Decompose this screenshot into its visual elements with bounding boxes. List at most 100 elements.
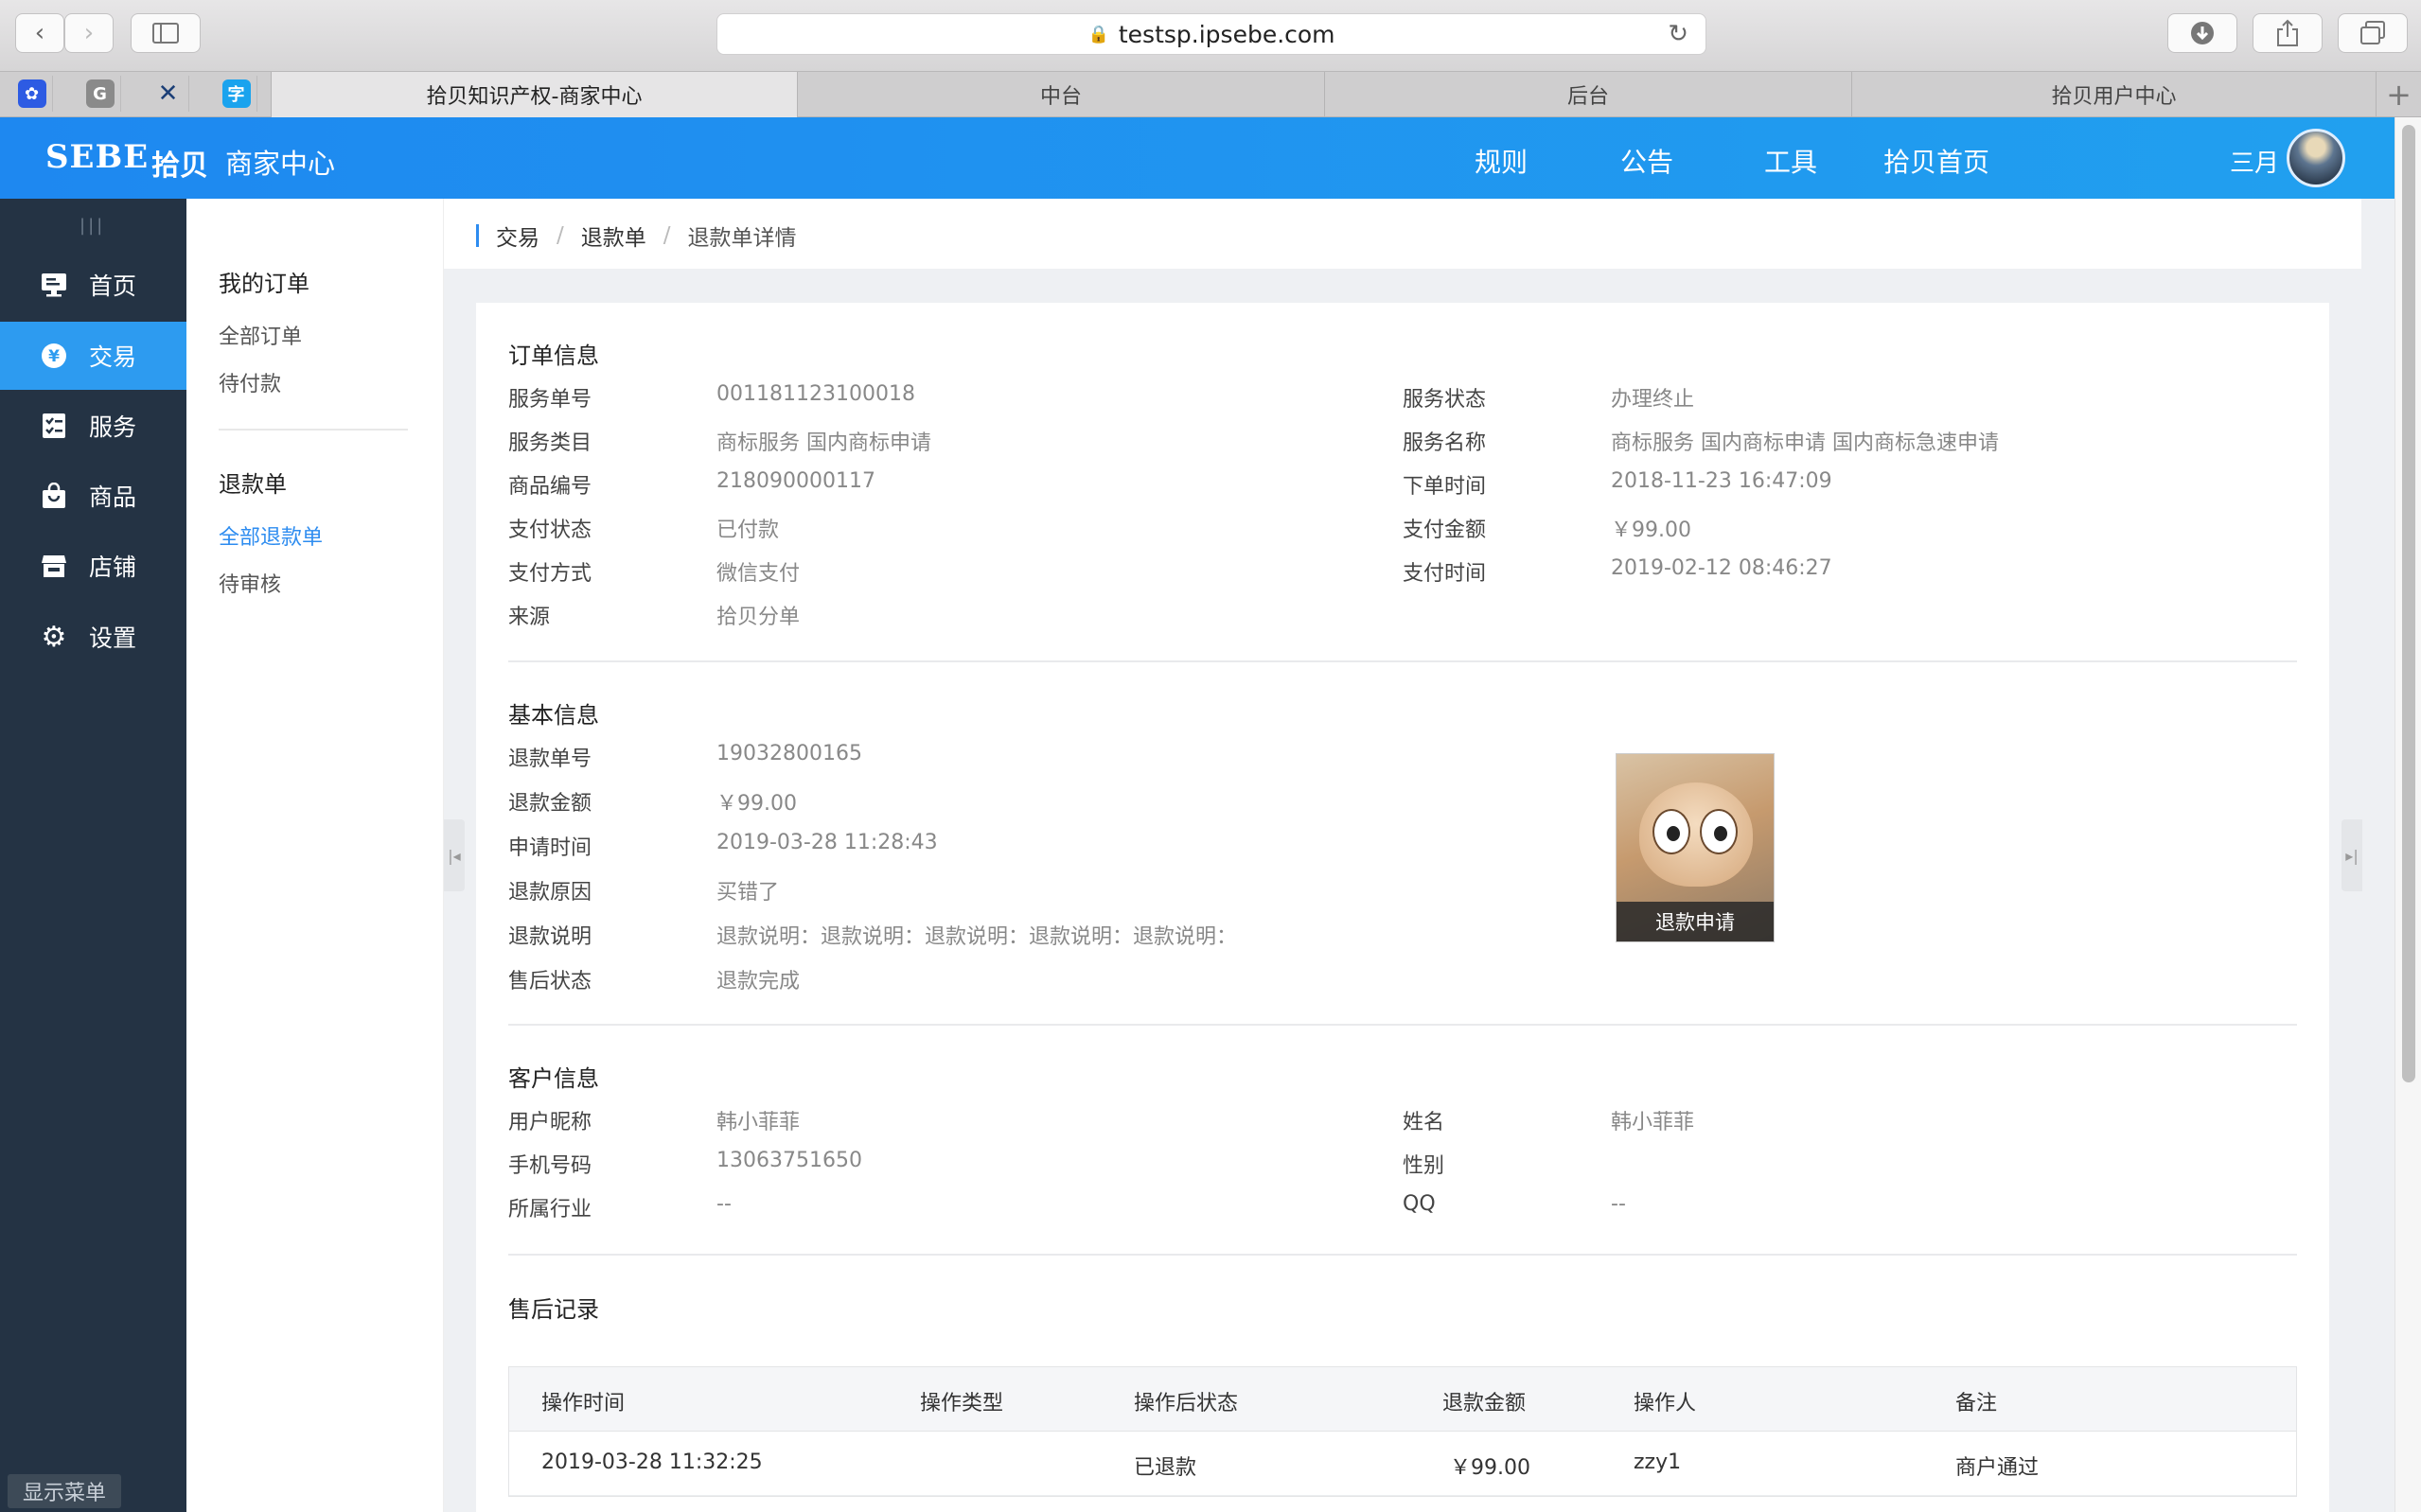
back-icon[interactable]: ‹	[15, 13, 64, 53]
breadcrumb-refunds[interactable]: 退款单	[581, 220, 646, 252]
sidebar-item-settings[interactable]: ⚙ 设置	[0, 603, 186, 671]
tab-label: 中台	[1039, 85, 1082, 109]
tab-label: 后台	[1566, 85, 1609, 109]
submenu-group-orders: 我的订单	[219, 271, 309, 297]
share-icon[interactable]	[2253, 13, 2323, 53]
sidebar-item-label: 设置	[89, 624, 137, 652]
tab-middle[interactable]: 中台	[797, 72, 1324, 117]
tabs-overview-icon[interactable]	[2338, 13, 2408, 53]
nav-tools[interactable]: 工具	[1764, 142, 1817, 180]
refund-proof-image[interactable]: 退款申请	[1616, 753, 1775, 942]
tab-merchant-center[interactable]: 拾贝知识产权-商家中心	[271, 72, 797, 117]
eye	[1700, 809, 1738, 854]
nav-home[interactable]: 拾贝首页	[1883, 142, 1989, 180]
logo-cn: 拾贝	[151, 149, 208, 183]
tab-user-center[interactable]: 拾贝用户中心	[1851, 72, 2376, 117]
sidebar-item-store[interactable]: 店铺	[0, 532, 186, 600]
bird-figure	[1639, 782, 1753, 887]
sidebar-item-trade[interactable]: ¥ 交易	[0, 322, 186, 390]
user-name[interactable]: 三月	[2230, 144, 2279, 179]
field-label: 服务名称	[1403, 431, 1487, 455]
page-scrollbar[interactable]	[2394, 117, 2421, 1512]
field-label: 姓名	[1403, 1111, 1445, 1134]
field-label: 退款原因	[508, 881, 592, 905]
gear-icon: ⚙	[41, 620, 67, 654]
reload-icon[interactable]: ↻	[1668, 20, 1688, 48]
sidebar-toggle-icon[interactable]	[131, 13, 201, 53]
url-text: testsp.ipsebe.com	[1118, 20, 1335, 48]
sidebar-item-label: 首页	[89, 273, 137, 300]
field-value: 退款完成	[716, 970, 801, 993]
bag-icon	[40, 482, 68, 510]
after-sale-table: 操作时间 操作类型 操作后状态 退款金额 操作人 备注 2019-03-28 1…	[508, 1366, 2297, 1497]
field-value: ￥99.00	[716, 792, 797, 816]
nav-notice[interactable]: 公告	[1620, 142, 1673, 180]
column-header: 操作后状态	[1134, 1392, 1239, 1415]
show-menu-button[interactable]: 显示菜单	[8, 1474, 121, 1508]
submenu-all-refunds[interactable]: 全部退款单	[219, 520, 323, 551]
field-value: 已付款	[716, 519, 780, 542]
image-caption: 退款申请	[1617, 902, 1774, 941]
logo[interactable]: SEBE	[45, 138, 149, 176]
g-icon[interactable]: G	[80, 76, 121, 112]
field-value: --	[1611, 1192, 1626, 1216]
grip-icon[interactable]: |||	[80, 216, 105, 236]
yen-icon: ¥	[40, 342, 68, 370]
sub-menu: 我的订单 全部订单 待付款 退款单 全部退款单 待审核	[186, 199, 444, 1512]
svg-text:¥: ¥	[48, 347, 60, 366]
app-header: SEBE 拾贝 商家中心 规则 公告 工具 拾贝首页 三月	[0, 117, 2394, 199]
submenu-group-refunds: 退款单	[219, 471, 287, 498]
column-header: 操作时间	[541, 1392, 626, 1415]
sidebar-item-home[interactable]: 首页	[0, 251, 186, 319]
breadcrumb-trade[interactable]: 交易	[496, 220, 539, 252]
forward-icon[interactable]: ›	[64, 13, 114, 53]
divider	[508, 1254, 2297, 1256]
field-value: 商标服务 国内商标申请	[716, 431, 931, 455]
field-value: 韩小菲菲	[716, 1111, 801, 1134]
field-value: 微信支付	[716, 562, 801, 586]
download-icon[interactable]	[2167, 13, 2237, 53]
main-sidebar: ||| 首页 ¥ 交易 服务 商品 店铺 ⚙ 设置	[0, 199, 186, 1512]
address-bar[interactable]: 🔒 testsp.ipsebe.com ↻	[716, 13, 1706, 55]
nav-rules[interactable]: 规则	[1475, 142, 1528, 180]
collapse-right-handle[interactable]: ▸|	[2341, 819, 2362, 891]
field-label: 用户昵称	[508, 1111, 592, 1134]
field-value: --	[716, 1192, 732, 1216]
field-value: 办理终止	[1611, 388, 1695, 412]
sidebar-item-goods[interactable]: 商品	[0, 462, 186, 530]
submenu-pending-review[interactable]: 待审核	[219, 568, 281, 598]
table-cell: ￥99.00	[1450, 1456, 1530, 1480]
column-header: 退款金额	[1442, 1392, 1527, 1415]
field-label: 支付方式	[508, 562, 592, 586]
breadcrumb-current: 退款单详情	[687, 226, 797, 251]
collapse-left-handle[interactable]: |◂	[444, 819, 465, 891]
detail-card: 订单信息 服务单号 001181123100018 服务类目 商标服务 国内商标…	[476, 303, 2329, 1512]
figure-icon[interactable]: ✕	[148, 76, 189, 112]
section-order-info: 订单信息	[508, 343, 599, 369]
sidebar-item-service[interactable]: 服务	[0, 392, 186, 460]
field-label: 售后状态	[508, 970, 592, 993]
field-label: 性别	[1403, 1154, 1445, 1178]
tab-backend[interactable]: 后台	[1324, 72, 1851, 117]
field-value: 2019-03-28 11:28:43	[716, 831, 938, 854]
field-value: 2019-02-12 08:46:27	[1611, 556, 1832, 580]
submenu-all-orders[interactable]: 全部订单	[219, 320, 302, 350]
divider	[219, 429, 408, 431]
field-label: 手机号码	[508, 1154, 592, 1178]
field-value: ￥99.00	[1611, 519, 1691, 542]
baidu-icon[interactable]: ✿	[11, 76, 53, 112]
submenu-pending-payment[interactable]: 待付款	[219, 367, 281, 397]
scrollbar-thumb[interactable]	[2402, 125, 2415, 1082]
field-label: 退款说明	[508, 925, 592, 949]
field-value: 商标服务 国内商标申请 国内商标急速申请	[1611, 431, 1999, 455]
field-value: 19032800165	[716, 742, 862, 765]
store-icon	[40, 552, 68, 580]
word-icon[interactable]: 字	[216, 76, 257, 112]
eye	[1652, 809, 1690, 854]
field-value: 买错了	[716, 881, 780, 905]
section-customer-info: 客户信息	[508, 1065, 599, 1092]
new-tab-icon[interactable]: +	[2376, 72, 2421, 117]
field-label: 服务状态	[1403, 388, 1487, 412]
tab-label: 拾贝用户中心	[2051, 85, 2177, 109]
avatar[interactable]	[2287, 129, 2345, 187]
